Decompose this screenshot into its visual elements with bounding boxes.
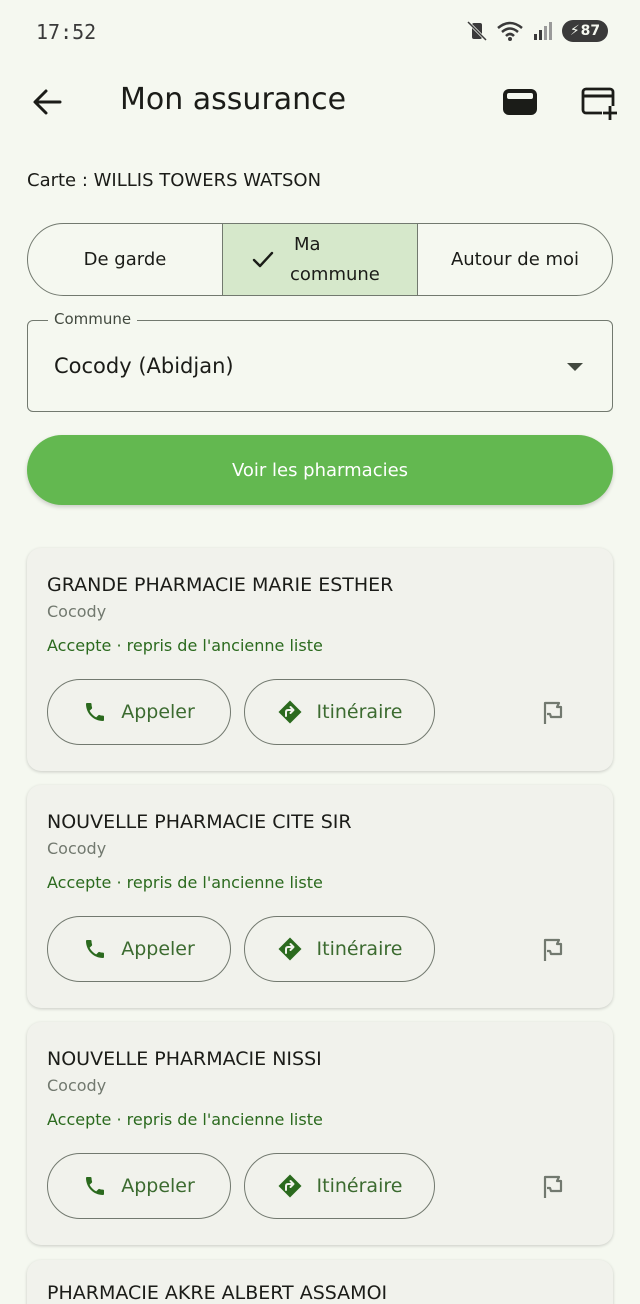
- commune-dropdown[interactable]: Commune Cocody (Abidjan): [27, 310, 613, 412]
- segment-label-line2: commune: [290, 263, 380, 285]
- pharmacy-card: NOUVELLE PHARMACIE CITE SIR Cocody Accep…: [27, 785, 613, 1008]
- call-label: Appeler: [121, 701, 195, 723]
- directions-label: Itinéraire: [316, 701, 403, 723]
- commune-field-value: Cocody (Abidjan): [54, 354, 234, 378]
- directions-icon: [278, 700, 302, 724]
- pharmacy-filter-segmented: De garde Ma commune Autour de moi: [27, 223, 613, 296]
- directions-button[interactable]: Itinéraire: [244, 1153, 435, 1219]
- segment-ma-commune[interactable]: Ma commune: [222, 224, 417, 295]
- pharmacy-card: GRANDE PHARMACIE MARIE ESTHER Cocody Acc…: [27, 548, 613, 771]
- segment-label: Ma commune: [290, 230, 390, 290]
- phone-icon: [86, 703, 105, 721]
- insurance-card-label: Carte : WILLIS TOWERS WATSON: [27, 170, 322, 191]
- segment-de-garde[interactable]: De garde: [28, 224, 222, 295]
- segment-label: De garde: [83, 249, 167, 270]
- directions-button[interactable]: Itinéraire: [244, 916, 435, 982]
- status-time: 17:52: [36, 20, 97, 44]
- pharmacy-name: NOUVELLE PHARMACIE CITE SIR: [47, 811, 352, 833]
- pharmacy-commune: Cocody: [47, 839, 107, 858]
- call-button[interactable]: Appeler: [47, 679, 231, 745]
- back-button[interactable]: [28, 82, 68, 122]
- directions-label: Itinéraire: [316, 938, 403, 960]
- voir-pharmacies-button[interactable]: Voir les pharmacies: [27, 435, 613, 505]
- phone-icon: [86, 940, 105, 958]
- report-button[interactable]: [539, 936, 567, 964]
- pharmacy-status: Accepte · repris de l'ancienne liste: [47, 873, 323, 892]
- dropdown-arrow-icon: [567, 363, 583, 371]
- status-icons: ⚡ 87: [466, 20, 608, 42]
- wallet-button[interactable]: [500, 82, 540, 122]
- call-label: Appeler: [121, 1175, 195, 1197]
- pharmacy-status: Accepte · repris de l'ancienne liste: [47, 1110, 323, 1129]
- pharmacy-status: Accepte · repris de l'ancienne liste: [47, 636, 323, 655]
- pharmacy-name: PHARMACIE AKRE ALBERT ASSAMOI: [47, 1282, 388, 1304]
- segment-autour-de-moi[interactable]: Autour de moi: [417, 224, 612, 295]
- back-arrow-icon: [33, 89, 62, 115]
- pharmacy-name: GRANDE PHARMACIE MARIE ESTHER: [47, 574, 394, 596]
- signal-icon: [534, 22, 552, 40]
- report-button[interactable]: [539, 699, 567, 727]
- battery-charging-icon: ⚡ 87: [562, 20, 608, 42]
- pharmacy-commune: Cocody: [47, 602, 107, 621]
- directions-label: Itinéraire: [316, 1175, 403, 1197]
- check-icon: [252, 251, 274, 267]
- flag-icon: [543, 938, 563, 961]
- status-bar: 17:52 ⚡ 87: [0, 0, 640, 66]
- wifi-icon: [497, 21, 523, 41]
- directions-button[interactable]: Itinéraire: [244, 679, 435, 745]
- segment-label: Autour de moi: [450, 249, 580, 270]
- flag-icon: [543, 701, 563, 724]
- phone-icon: [86, 1177, 105, 1195]
- segment-label-line1: Ma: [294, 233, 321, 255]
- call-button[interactable]: Appeler: [47, 916, 231, 982]
- call-button[interactable]: Appeler: [47, 1153, 231, 1219]
- app-bar: Mon assurance: [0, 66, 640, 136]
- battery-level: 87: [580, 23, 601, 39]
- wallet-icon: [503, 89, 537, 115]
- directions-icon: [278, 937, 302, 961]
- add-card-button[interactable]: [580, 82, 620, 122]
- add-card-icon: [581, 87, 618, 120]
- pharmacy-name: NOUVELLE PHARMACIE NISSI: [47, 1048, 322, 1070]
- report-button[interactable]: [539, 1173, 567, 1201]
- call-label: Appeler: [121, 938, 195, 960]
- flag-icon: [543, 1175, 563, 1198]
- pharmacy-card: NOUVELLE PHARMACIE NISSI Cocody Accepte …: [27, 1022, 613, 1245]
- directions-icon: [278, 1174, 302, 1198]
- pharmacy-commune: Cocody: [47, 1076, 107, 1095]
- page-title: Mon assurance: [120, 82, 347, 117]
- commune-field-label: Commune: [48, 310, 138, 328]
- vibrate-mute-icon: [466, 20, 488, 42]
